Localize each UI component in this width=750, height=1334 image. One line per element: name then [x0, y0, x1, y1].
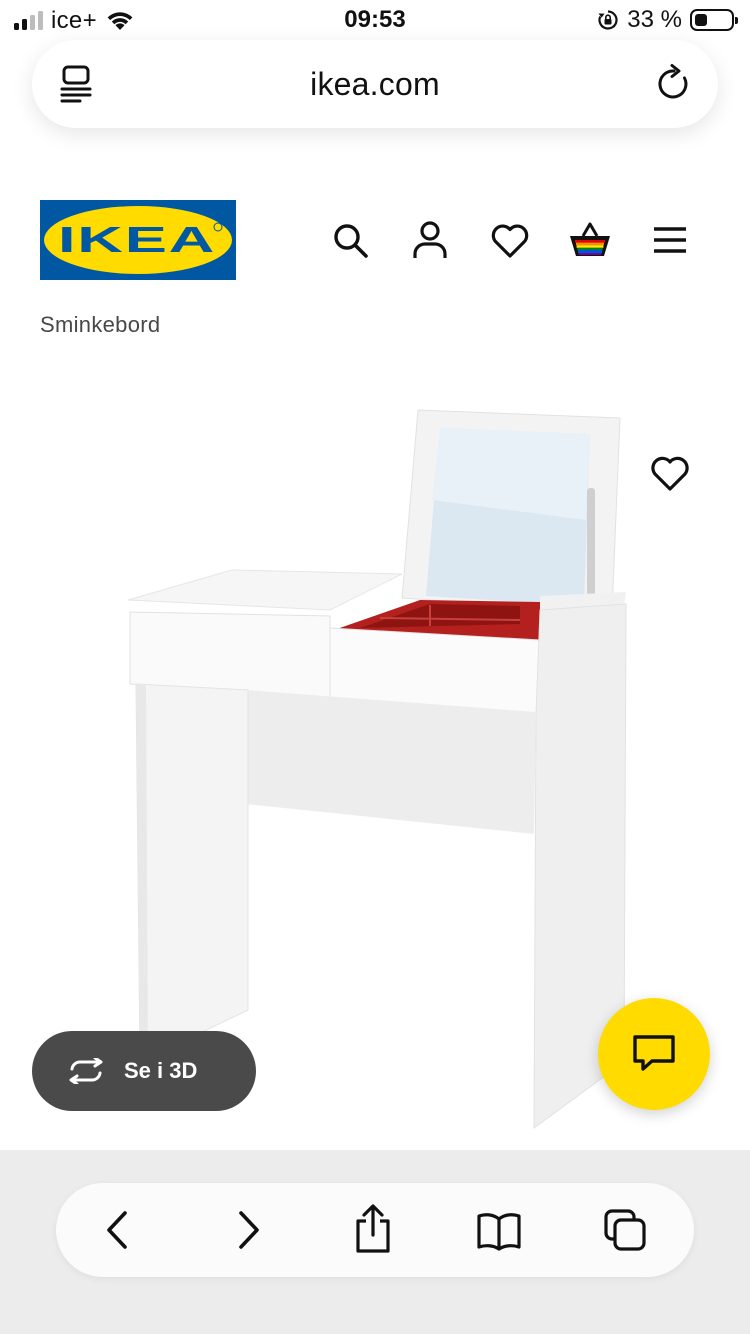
share-icon[interactable] — [350, 1203, 396, 1255]
add-to-favourites-icon[interactable] — [648, 452, 692, 494]
chat-button[interactable] — [598, 998, 710, 1110]
browser-toolbar — [56, 1183, 694, 1277]
status-bar: ice+ 09:53 33 % — [0, 0, 750, 42]
shopping-bag-icon[interactable] — [568, 218, 612, 262]
url-text[interactable]: ikea.com — [32, 66, 718, 103]
rotate-3d-icon — [69, 1058, 103, 1084]
forward-icon[interactable] — [224, 1207, 270, 1253]
breadcrumb[interactable]: Sminkebord — [40, 312, 160, 338]
reload-icon[interactable] — [652, 62, 696, 106]
status-right: 33 % — [597, 6, 738, 34]
account-icon[interactable] — [408, 218, 452, 262]
chat-icon — [633, 1035, 675, 1071]
battery-icon — [690, 9, 738, 31]
bookmarks-icon[interactable] — [476, 1207, 522, 1253]
search-icon[interactable] — [328, 218, 372, 262]
view-3d-label: Se i 3D — [124, 1058, 198, 1083]
orientation-lock-icon — [598, 10, 618, 30]
battery-percent: 33 % — [627, 6, 682, 33]
menu-icon[interactable] — [648, 218, 692, 262]
view-3d-button[interactable]: Se i 3D — [32, 1031, 256, 1111]
ikea-logo[interactable]: IKEA — [40, 200, 236, 280]
logo-text: IKEA — [58, 219, 216, 260]
address-bar[interactable]: ikea.com — [32, 40, 718, 128]
back-icon[interactable] — [96, 1207, 142, 1253]
heart-icon[interactable] — [488, 218, 532, 262]
tabs-icon[interactable] — [602, 1207, 648, 1253]
battery-level — [695, 14, 707, 26]
